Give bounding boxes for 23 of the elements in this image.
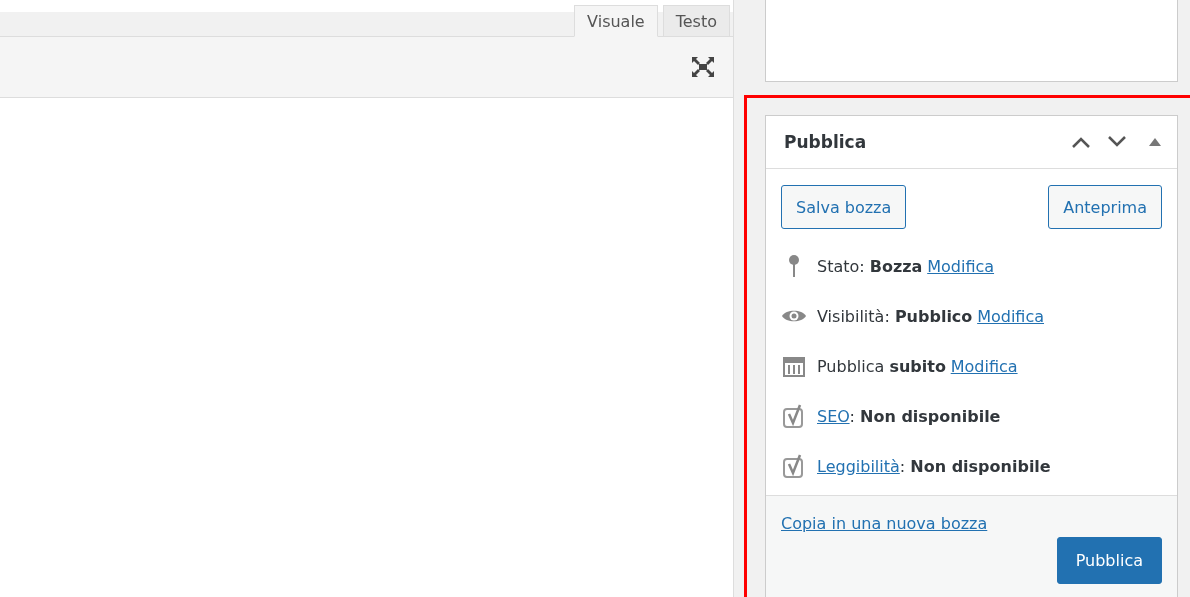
save-draft-button[interactable]: Salva bozza: [781, 185, 907, 229]
publish-setting: SEO: Non disponibile: [817, 406, 1001, 426]
copy-draft-link[interactable]: Copia in una nuova bozza: [781, 514, 988, 533]
publish-setting: Visibilità: Pubblico Modifica: [817, 306, 1044, 326]
chevron-down-icon[interactable]: [1107, 136, 1127, 148]
calendar-icon: [781, 354, 807, 378]
preview-button[interactable]: Anteprima: [1048, 185, 1162, 229]
chevron-up-icon[interactable]: [1071, 136, 1091, 148]
publish-setting: Stato: Bozza Modifica: [817, 256, 995, 276]
publish-setting: Pubblica subito Modifica: [817, 356, 1018, 376]
publish-button[interactable]: Pubblica: [1056, 537, 1162, 584]
edit-link[interactable]: Leggibilità: [817, 456, 900, 476]
collapse-icon[interactable]: [1149, 138, 1161, 146]
fullscreen-icon[interactable]: [691, 56, 715, 78]
panel-title: Pubblica: [784, 132, 868, 152]
publish-setting: Leggibilità: Non disponibile: [817, 456, 1051, 476]
editor-tab[interactable]: Visuale: [574, 5, 658, 37]
eye-icon: [781, 308, 807, 324]
edit-link[interactable]: SEO: [817, 406, 850, 426]
editor-tab[interactable]: Testo: [662, 5, 730, 37]
edit-link[interactable]: Modifica: [950, 356, 1018, 376]
edit-link[interactable]: Modifica: [977, 306, 1044, 326]
edit-link[interactable]: Modifica: [927, 256, 995, 276]
